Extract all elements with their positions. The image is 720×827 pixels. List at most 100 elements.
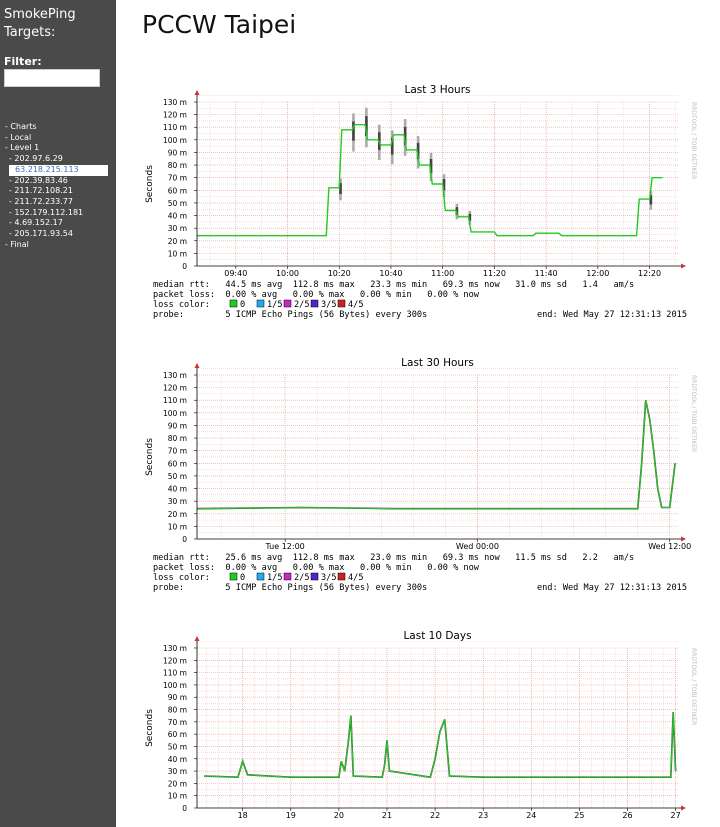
sidebar: SmokePing Targets: Filter: - Charts - Loc… bbox=[0, 0, 116, 827]
y-tick-label: 40 m bbox=[168, 755, 187, 764]
y-tick-label: 90 m bbox=[168, 693, 187, 702]
median-shadow-line bbox=[196, 400, 676, 510]
sidebar-item[interactable]: - 202.39.83.46 bbox=[0, 176, 116, 187]
target-menu: - Charts - Local - Level 1- 202.97.6.29 63.… bbox=[0, 122, 116, 250]
legend-median-rtt: median rtt: 25.6 ms avg 112.8 ms max 23.… bbox=[153, 553, 634, 563]
y-tick-label: 30 m bbox=[168, 767, 187, 776]
legend-loss-swatch bbox=[283, 572, 292, 581]
y-tick-label: 20 m bbox=[168, 779, 187, 788]
x-tick-label: 24 bbox=[526, 811, 536, 820]
legend-loss-item: 4/5 bbox=[348, 300, 364, 310]
chart-grid bbox=[197, 368, 678, 539]
sidebar-item[interactable]: - 202.97.6.29 bbox=[0, 154, 116, 165]
y-axis-arrow bbox=[194, 636, 200, 641]
chart-watermark: RRDTOOL / TOBI OETIKER bbox=[690, 375, 697, 452]
x-tick-label: 26 bbox=[622, 811, 632, 820]
graph-last-30-hours: Last 30 Hours RRDTOOL / TOBI OETIKER Secon… bbox=[140, 351, 700, 609]
legend-loss-item: 3/5 bbox=[321, 300, 337, 310]
graph-last-3-hours: Last 3 Hours RRDTOOL / TOBI OETIKER Second… bbox=[140, 78, 700, 336]
sidebar-item[interactable]: - Final bbox=[0, 240, 116, 251]
y-axis-arrow bbox=[194, 90, 200, 95]
x-tick-label: 11:20 bbox=[483, 269, 506, 278]
x-tick-label: Wed 00:00 bbox=[456, 542, 499, 551]
x-tick-label: 10:00 bbox=[276, 269, 299, 278]
sidebar-item[interactable]: - Level 1 bbox=[0, 143, 116, 154]
legend-loss-item: 0 bbox=[240, 300, 245, 310]
sidebar-item[interactable]: - Local bbox=[0, 133, 116, 144]
legend-end: end: Wed May 27 12:31:13 2015 bbox=[537, 583, 687, 593]
y-tick-label: 0 bbox=[182, 804, 187, 813]
chart-ylabel: Seconds bbox=[145, 709, 155, 747]
sidebar-title-line1: SmokePing bbox=[4, 7, 76, 22]
sidebar-item[interactable]: - 4.69.152.17 bbox=[0, 218, 116, 229]
legend-packet-loss: packet loss: 0.00 % avg 0.00 % max 0.00 … bbox=[153, 563, 480, 573]
y-tick-label: 120 m bbox=[163, 656, 187, 665]
legend-loss-item: 1/5 bbox=[267, 300, 283, 310]
x-tick-label: Wed 12:00 bbox=[648, 542, 691, 551]
legend-loss-swatch bbox=[256, 572, 265, 581]
x-axis-arrow bbox=[681, 536, 686, 542]
legend-end: end: Wed May 27 12:31:13 2015 bbox=[537, 310, 687, 320]
y-tick-label: 50 m bbox=[168, 472, 187, 481]
chart-ylabel: Seconds bbox=[145, 438, 155, 476]
y-tick-label: 50 m bbox=[168, 199, 187, 208]
x-axis-arrow bbox=[681, 805, 686, 811]
x-tick-label: 09:40 bbox=[224, 269, 247, 278]
legend-loss-swatch bbox=[256, 299, 265, 308]
x-tick-label: Tue 12:00 bbox=[265, 542, 305, 551]
sidebar-item[interactable]: - Charts bbox=[0, 122, 116, 133]
x-tick-label: 10:20 bbox=[328, 269, 351, 278]
sidebar-item[interactable]: - 152.179.112.181 bbox=[0, 208, 116, 219]
y-tick-label: 40 m bbox=[168, 485, 187, 494]
y-tick-label: 30 m bbox=[168, 224, 187, 233]
x-tick-label: 22 bbox=[430, 811, 440, 820]
y-tick-label: 100 m bbox=[163, 409, 187, 418]
y-tick-label: 80 m bbox=[168, 706, 187, 715]
sidebar-item[interactable]: - 211.72.108.21 bbox=[0, 186, 116, 197]
chart-title: Last 3 Hours bbox=[405, 84, 471, 96]
y-tick-label: 120 m bbox=[163, 384, 187, 393]
chart-grid bbox=[197, 641, 678, 808]
x-tick-label: 11:00 bbox=[431, 269, 454, 278]
y-tick-label: 10 m bbox=[168, 522, 187, 531]
y-tick-label: 130 m bbox=[163, 644, 187, 653]
sidebar-title-line2: Targets: bbox=[4, 25, 56, 40]
y-tick-label: 70 m bbox=[168, 447, 187, 456]
y-tick-label: 20 m bbox=[168, 510, 187, 519]
x-tick-label: 27 bbox=[671, 811, 681, 820]
y-tick-label: 60 m bbox=[168, 459, 187, 468]
sidebar-title: SmokePing Targets: bbox=[4, 6, 76, 42]
sidebar-item[interactable]: - 211.72.233.77 bbox=[0, 197, 116, 208]
chart-smoke bbox=[339, 107, 653, 225]
graph-last-10-days: Last 10 Days RRDTOOL / TOBI OETIKER Second… bbox=[140, 624, 700, 827]
y-tick-label: 100 m bbox=[163, 136, 187, 145]
sidebar-item[interactable]: - 205.171.93.54 bbox=[0, 229, 116, 240]
legend-loss-swatch bbox=[229, 299, 238, 308]
y-tick-label: 130 m bbox=[163, 98, 187, 107]
x-tick-label: 23 bbox=[478, 811, 488, 820]
chart-ylabel: Seconds bbox=[145, 165, 155, 203]
y-tick-label: 60 m bbox=[168, 186, 187, 195]
legend-loss-swatch bbox=[310, 299, 319, 308]
y-tick-label: 80 m bbox=[168, 434, 187, 443]
legend-loss-color-label: loss color: bbox=[153, 300, 210, 310]
sidebar-item-selected[interactable]: 63.218.215.113 bbox=[9, 164, 108, 176]
legend-loss-item: 2/5 bbox=[294, 300, 310, 310]
filter-input[interactable] bbox=[4, 69, 100, 87]
chart-last-10-days: Last 10 Days RRDTOOL / TOBI OETIKER Second… bbox=[145, 630, 697, 820]
y-tick-label: 110 m bbox=[163, 669, 187, 678]
y-tick-label: 100 m bbox=[163, 681, 187, 690]
y-tick-label: 80 m bbox=[168, 161, 187, 170]
x-tick-label: 12:20 bbox=[638, 269, 661, 278]
y-tick-label: 70 m bbox=[168, 718, 187, 727]
y-tick-label: 120 m bbox=[163, 111, 187, 120]
x-tick-label: 19 bbox=[286, 811, 296, 820]
y-tick-label: 0 bbox=[182, 535, 187, 544]
chart-title: Last 10 Days bbox=[403, 630, 471, 642]
x-tick-label: 12:00 bbox=[586, 269, 609, 278]
y-tick-label: 90 m bbox=[168, 421, 187, 430]
legend-probe: probe: 5 ICMP Echo Pings (56 Bytes) ever… bbox=[153, 310, 427, 320]
legend-probe: probe: 5 ICMP Echo Pings (56 Bytes) ever… bbox=[153, 583, 427, 593]
chart-last-3-hours: Last 3 Hours RRDTOOL / TOBI OETIKER Second… bbox=[145, 84, 697, 320]
page-title: PCCW Taipei bbox=[142, 10, 297, 39]
